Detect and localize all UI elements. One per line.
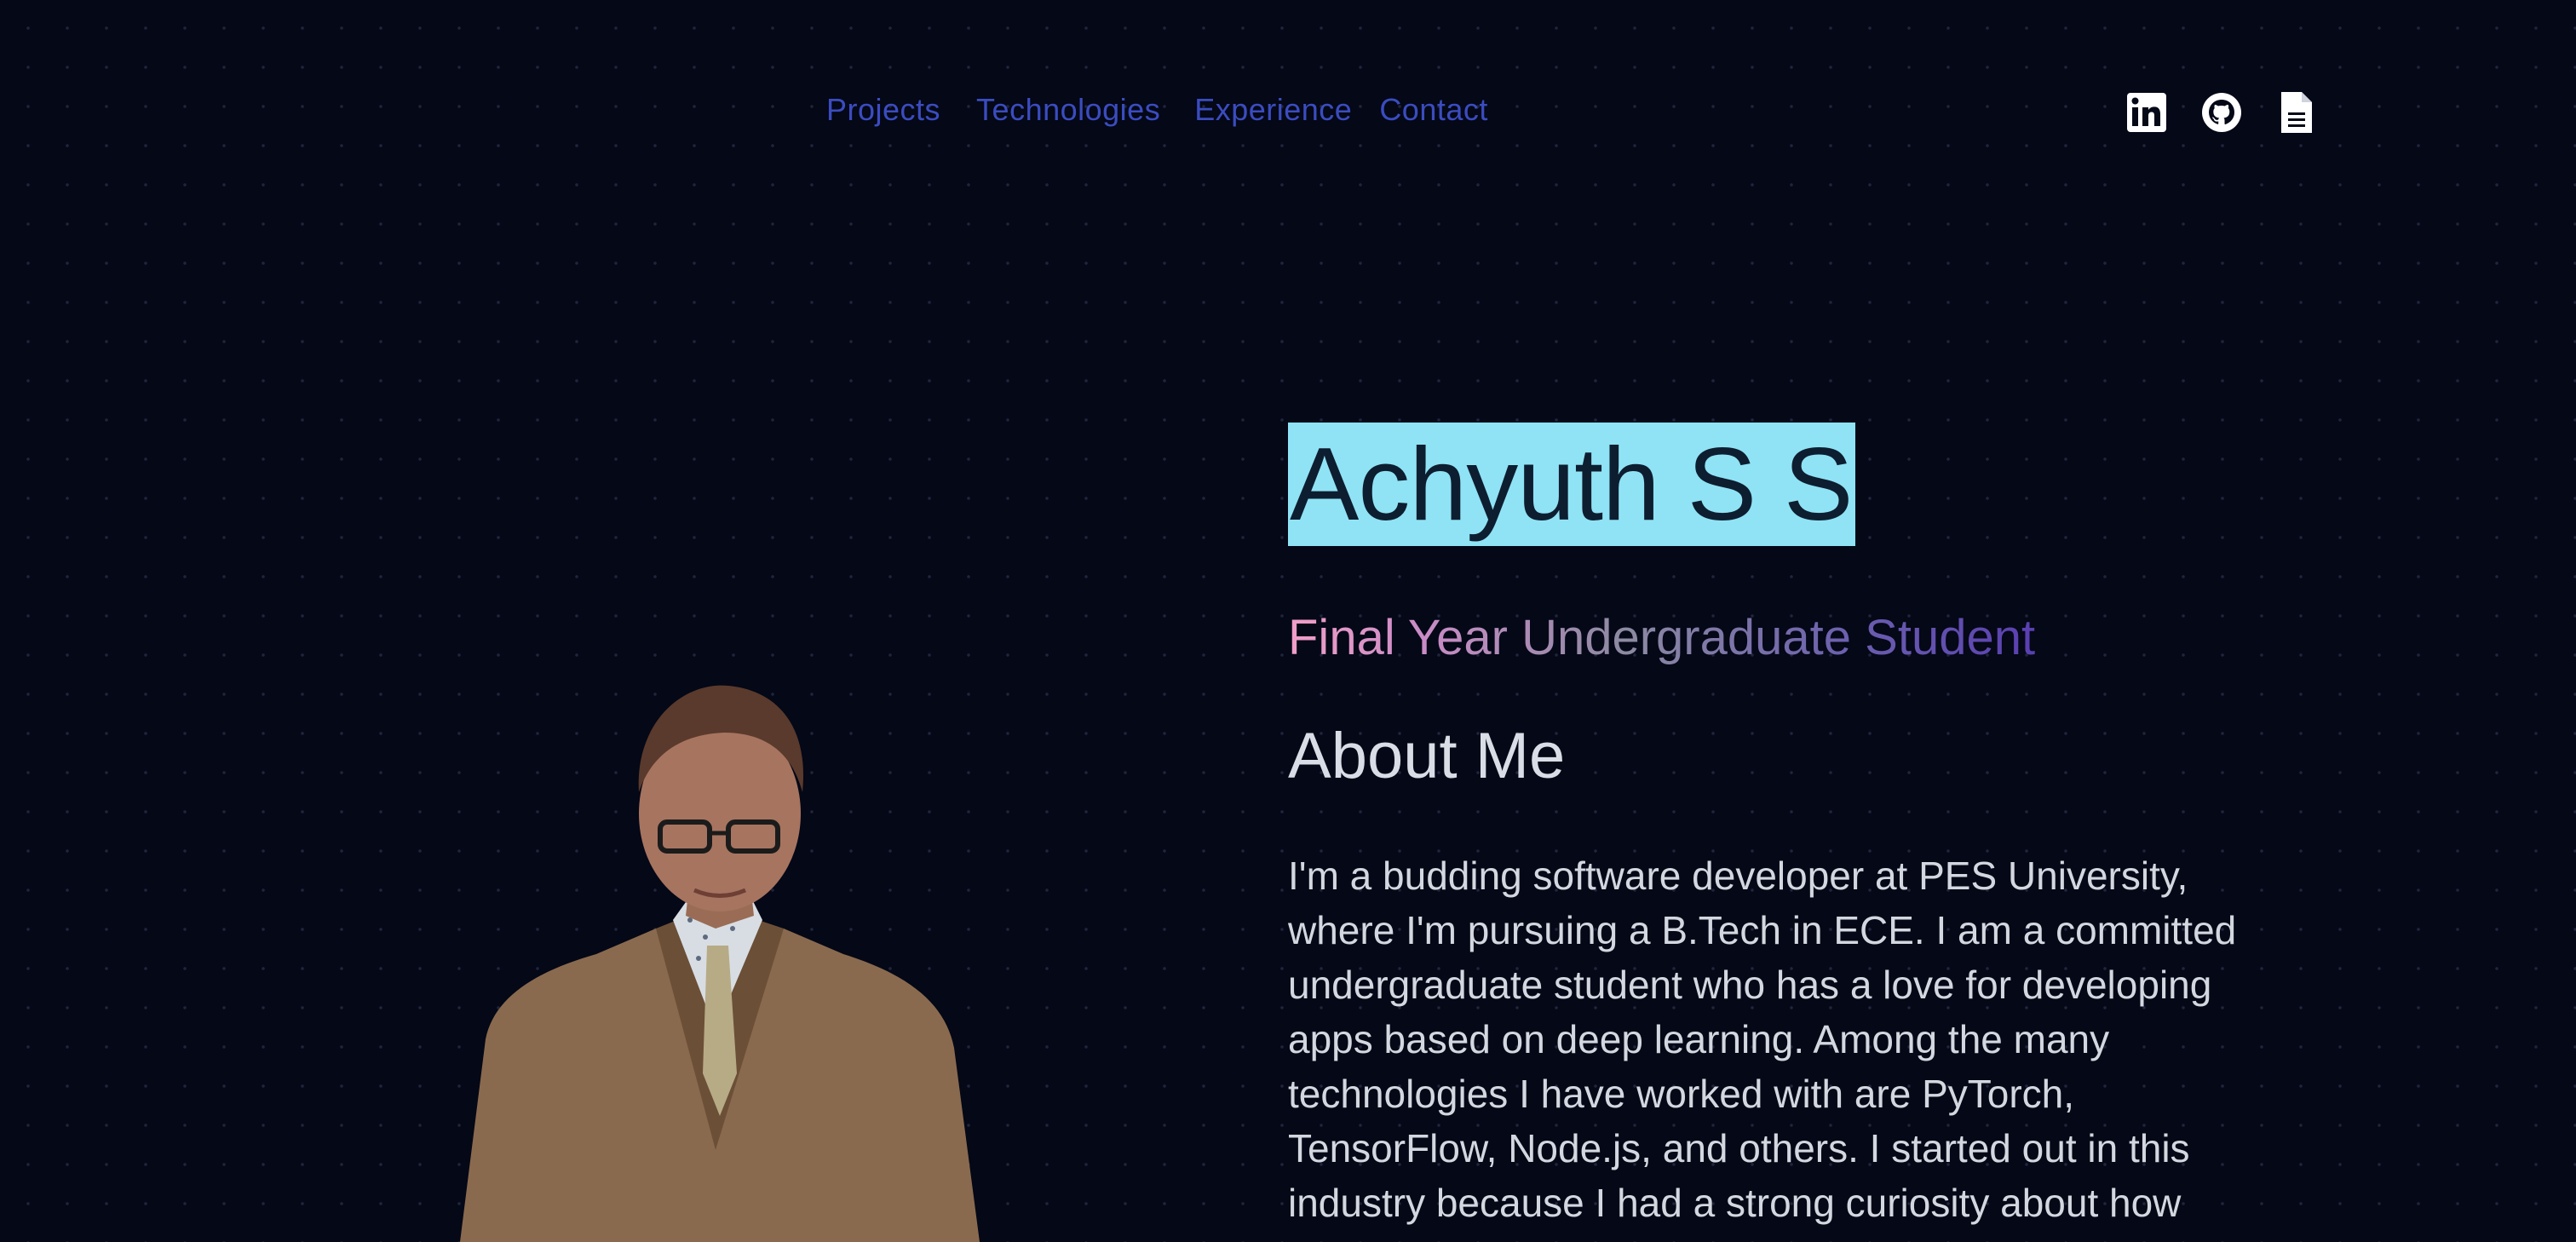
main-nav: Projects Technologies Experience Contact — [826, 92, 1488, 128]
nav-link-experience[interactable]: Experience — [1194, 92, 1352, 128]
resume-link[interactable] — [2276, 90, 2317, 135]
profile-photo — [434, 673, 1005, 1242]
nav-link-projects[interactable]: Projects — [826, 92, 940, 128]
linkedin-link[interactable] — [2126, 90, 2167, 135]
hero-section: Achyuth S S Final Year Undergraduate Stu… — [1288, 423, 2276, 1242]
resume-file-icon — [2281, 92, 2312, 133]
nav-link-technologies[interactable]: Technologies — [976, 92, 1160, 128]
github-icon — [2202, 93, 2241, 132]
about-heading: About Me — [1288, 720, 1566, 792]
name-highlight: Achyuth S S — [1288, 423, 1856, 546]
about-text: I'm a budding software developer at PES … — [1288, 854, 2237, 1226]
hero-subtitle: Final Year Undergraduate Student — [1288, 607, 2035, 669]
social-links — [2126, 90, 2317, 135]
hero-name: Achyuth S S — [1290, 426, 1853, 542]
linkedin-icon — [2127, 93, 2166, 132]
nav-link-contact[interactable]: Contact — [1379, 92, 1488, 128]
github-link[interactable] — [2201, 90, 2242, 135]
